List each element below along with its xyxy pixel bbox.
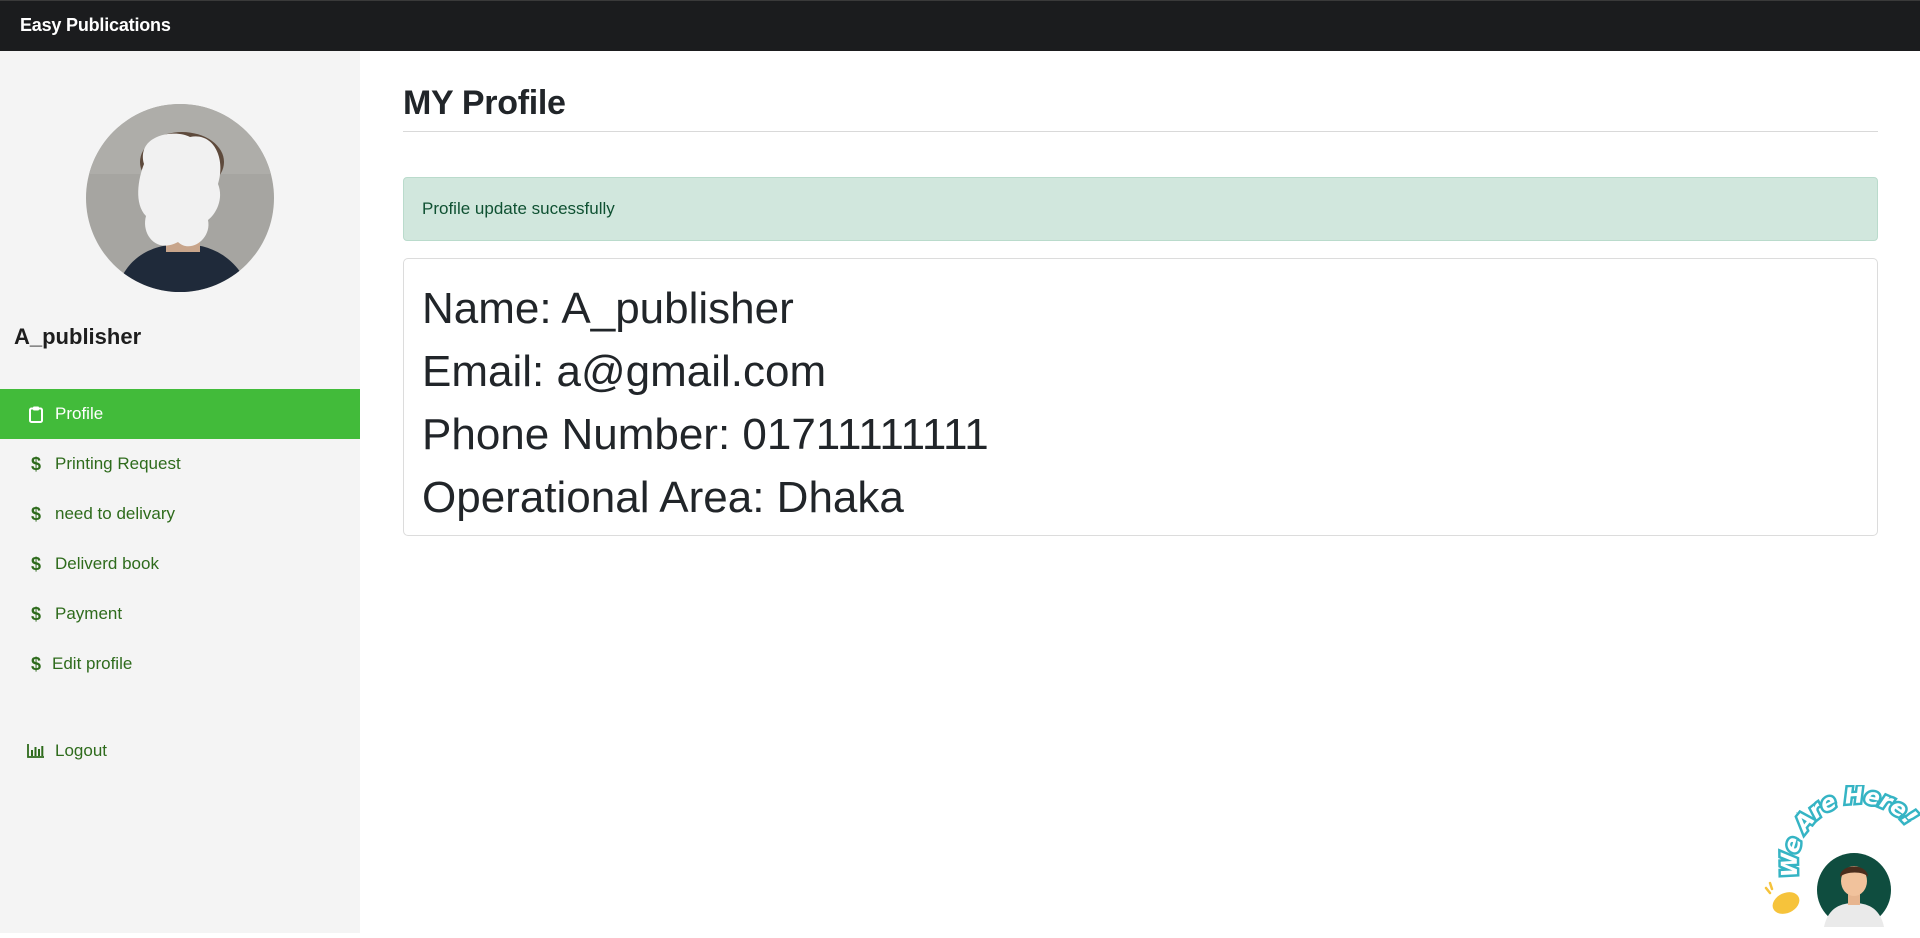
- profile-name: Name: A_publisher: [422, 284, 794, 333]
- sidebar-item-label: Profile: [55, 404, 104, 423]
- dollar-icon: $: [30, 653, 41, 674]
- sidebar-item-logout[interactable]: Logout: [0, 726, 360, 776]
- profile-phone: Phone Number: 01711111111: [422, 410, 989, 459]
- page-title: MY Profile: [403, 84, 566, 122]
- top-navbar: Easy Publications: [0, 0, 1920, 51]
- sidebar-item-label: need to delivary: [55, 504, 176, 523]
- sidebar-item-label: Payment: [55, 604, 123, 623]
- sidebar-item-payment[interactable]: $ Payment: [0, 589, 360, 639]
- sidebar-item-need-to-delivary[interactable]: $ need to delivary: [0, 489, 360, 539]
- brand-logo-text[interactable]: Easy Publications: [20, 15, 171, 36]
- sidebar-item-deliverd-book[interactable]: $ Deliverd book: [0, 539, 360, 589]
- sidebar-item-printing-request[interactable]: $ Printing Request: [0, 439, 360, 489]
- dollar-icon: $: [30, 553, 41, 574]
- profile-email: Email: a@gmail.com: [422, 347, 827, 396]
- sidebar-item-label: Deliverd book: [55, 554, 159, 573]
- success-alert: Profile update sucessfully: [403, 177, 1878, 241]
- sidebar: A_publisher Profile $ Printing Request $…: [0, 51, 360, 933]
- dollar-icon: $: [30, 603, 41, 624]
- chat-widget-button[interactable]: We Are Here!: [1762, 781, 1920, 933]
- bar-chart-icon: [26, 741, 46, 761]
- profile-card: Name: A_publisher Email: a@gmail.com Pho…: [403, 258, 1878, 536]
- dollar-icon: $: [30, 453, 41, 474]
- alert-message: Profile update sucessfully: [422, 199, 615, 218]
- agent-avatar-icon: [1817, 853, 1891, 927]
- clipboard-icon: [26, 404, 46, 424]
- sidebar-item-label: Logout: [55, 741, 107, 760]
- sidebar-item-label: Printing Request: [55, 454, 181, 473]
- sidebar-item-edit-profile[interactable]: $ Edit profile: [0, 639, 360, 689]
- divider: [403, 131, 1878, 132]
- profile-operational-area: Operational Area: Dhaka: [422, 473, 904, 522]
- waving-hand-icon: [1764, 881, 1800, 914]
- sidebar-item-profile[interactable]: Profile: [0, 389, 360, 439]
- user-name: A_publisher: [14, 324, 142, 349]
- avatar: [86, 104, 274, 292]
- dollar-icon: $: [30, 503, 41, 524]
- sidebar-item-label: Edit profile: [52, 654, 133, 673]
